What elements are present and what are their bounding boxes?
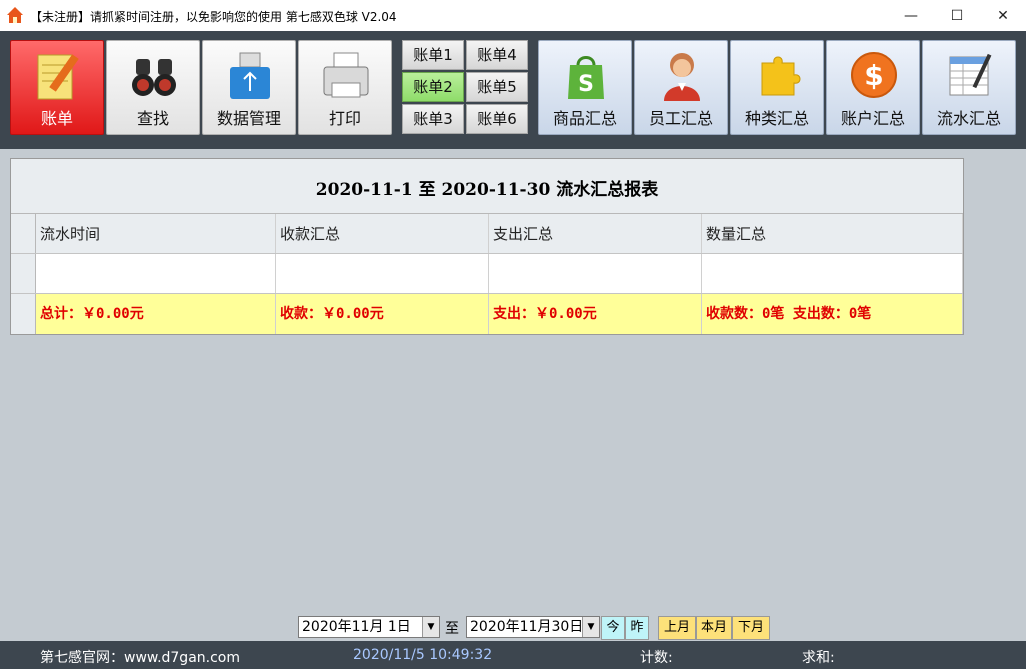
ledger-3-button[interactable]: 账单3 xyxy=(402,104,464,134)
data-manage-button-label: 数据管理 xyxy=(216,109,281,128)
search-button[interactable]: 查找 xyxy=(106,40,200,135)
ledger-5-button[interactable]: 账单5 xyxy=(466,72,528,102)
col-header-expense[interactable]: 支出汇总 xyxy=(489,214,702,253)
row-header-cell xyxy=(11,254,36,293)
home-icon xyxy=(7,7,23,23)
yesterday-button[interactable]: 昨 xyxy=(625,616,649,640)
this-month-button[interactable]: 本月 xyxy=(696,616,732,640)
window-title: 【未注册】请抓紧时间注册，以免影响您的使用 第七感双色球 V2.04 xyxy=(30,10,397,24)
start-date-picker[interactable]: 2020年11月 1日 ▼ xyxy=(298,616,440,638)
total-expense: 支出：￥0.00元 xyxy=(489,294,702,334)
header-row: 流水时间 收款汇总 支出汇总 数量汇总 xyxy=(11,214,963,254)
notepad-pencil-icon xyxy=(37,54,79,100)
staff-summary-label: 员工汇总 xyxy=(648,109,713,128)
person-icon xyxy=(664,53,700,101)
total-amount: 总计：￥0.00元 xyxy=(36,294,276,334)
puzzle-piece-icon xyxy=(761,56,801,96)
usb-drive-icon xyxy=(230,52,270,99)
report-title-row: 2020-11-1 至 2020-11-30 流水汇总报表 xyxy=(11,159,963,214)
col-header-time[interactable]: 流水时间 xyxy=(36,214,276,253)
end-date-value: 2020年11月30日 xyxy=(470,619,584,635)
table-cell[interactable] xyxy=(489,254,702,293)
table-cell[interactable] xyxy=(36,254,276,293)
report-title: 2020-11-1 至 2020-11-30 流水汇总报表 xyxy=(315,180,659,200)
shopping-bag-icon: S xyxy=(568,56,604,99)
maximize-button[interactable]: ☐ xyxy=(934,0,980,31)
start-date-value: 2020年11月 1日 xyxy=(302,619,411,635)
end-date-picker[interactable]: 2020年11月30日 ▼ xyxy=(466,616,600,638)
chevron-down-icon[interactable]: ▼ xyxy=(582,617,599,637)
total-counts: 收款数：0笔 支出数：0笔 xyxy=(702,294,963,334)
dollar-coin-icon: $ xyxy=(851,52,897,98)
account-summary-label: 账户汇总 xyxy=(840,109,905,128)
ledger-4-button[interactable]: 账单4 xyxy=(466,40,528,70)
printer-icon xyxy=(323,52,369,98)
flow-summary-button[interactable]: 流水汇总 xyxy=(922,40,1016,135)
table-cell[interactable] xyxy=(276,254,489,293)
date-to-label: 至 xyxy=(445,621,459,637)
report-table: 2020-11-1 至 2020-11-30 流水汇总报表 流水时间 收款汇总 … xyxy=(10,158,964,335)
title-bar: 【未注册】请抓紧时间注册，以免影响您的使用 第七感双色球 V2.04 — ☐ ✕ xyxy=(0,0,1026,31)
row-header-cell xyxy=(11,214,36,253)
svg-text:S: S xyxy=(578,72,594,97)
bill-button-label: 账单 xyxy=(40,109,73,128)
search-button-label: 查找 xyxy=(136,109,169,128)
row-header-cell xyxy=(11,294,36,334)
print-button-label: 打印 xyxy=(328,109,361,128)
datetime-label: 2020/11/5 10:49:32 xyxy=(353,647,493,663)
count-label: 计数: xyxy=(640,650,673,666)
toolbar: 账单 查找 数据管理 打印 账单1 账单4 账单2 账单5 账单3 账单6 S … xyxy=(0,31,1026,149)
status-bar: 第七感官网：www.d7gan.com 2020/11/5 10:49:32 计… xyxy=(0,641,1026,669)
binoculars-icon xyxy=(132,59,176,96)
category-summary-button[interactable]: 种类汇总 xyxy=(730,40,824,135)
chevron-down-icon[interactable]: ▼ xyxy=(422,617,439,637)
table-row[interactable] xyxy=(11,254,963,294)
minimize-button[interactable]: — xyxy=(888,0,934,31)
product-summary-label: 商品汇总 xyxy=(552,109,617,128)
data-manage-button[interactable]: 数据管理 xyxy=(202,40,296,135)
today-button[interactable]: 今 xyxy=(601,616,625,640)
print-button[interactable]: 打印 xyxy=(298,40,392,135)
svg-text:$: $ xyxy=(864,59,883,92)
total-row: 总计：￥0.00元 收款：￥0.00元 支出：￥0.00元 收款数：0笔 支出数… xyxy=(11,294,963,334)
website-label[interactable]: 第七感官网：www.d7gan.com xyxy=(40,647,240,667)
product-summary-button[interactable]: S 商品汇总 xyxy=(538,40,632,135)
category-summary-label: 种类汇总 xyxy=(744,109,809,128)
col-header-quantity[interactable]: 数量汇总 xyxy=(702,214,963,253)
flow-summary-label: 流水汇总 xyxy=(936,109,1001,128)
table-cell[interactable] xyxy=(702,254,963,293)
ledger-1-button[interactable]: 账单1 xyxy=(402,40,464,70)
total-income: 收款：￥0.00元 xyxy=(276,294,489,334)
sum-label: 求和: xyxy=(802,650,835,666)
close-button[interactable]: ✕ xyxy=(980,0,1026,31)
ledger-2-button[interactable]: 账单2 xyxy=(402,72,464,102)
ledger-6-button[interactable]: 账单6 xyxy=(466,104,528,134)
col-header-income[interactable]: 收款汇总 xyxy=(276,214,489,253)
spreadsheet-pen-icon xyxy=(949,53,992,96)
account-summary-button[interactable]: $ 账户汇总 xyxy=(826,40,920,135)
bill-button[interactable]: 账单 xyxy=(10,40,104,135)
next-month-button[interactable]: 下月 xyxy=(732,616,770,640)
prev-month-button[interactable]: 上月 xyxy=(658,616,696,640)
staff-summary-button[interactable]: 员工汇总 xyxy=(634,40,728,135)
